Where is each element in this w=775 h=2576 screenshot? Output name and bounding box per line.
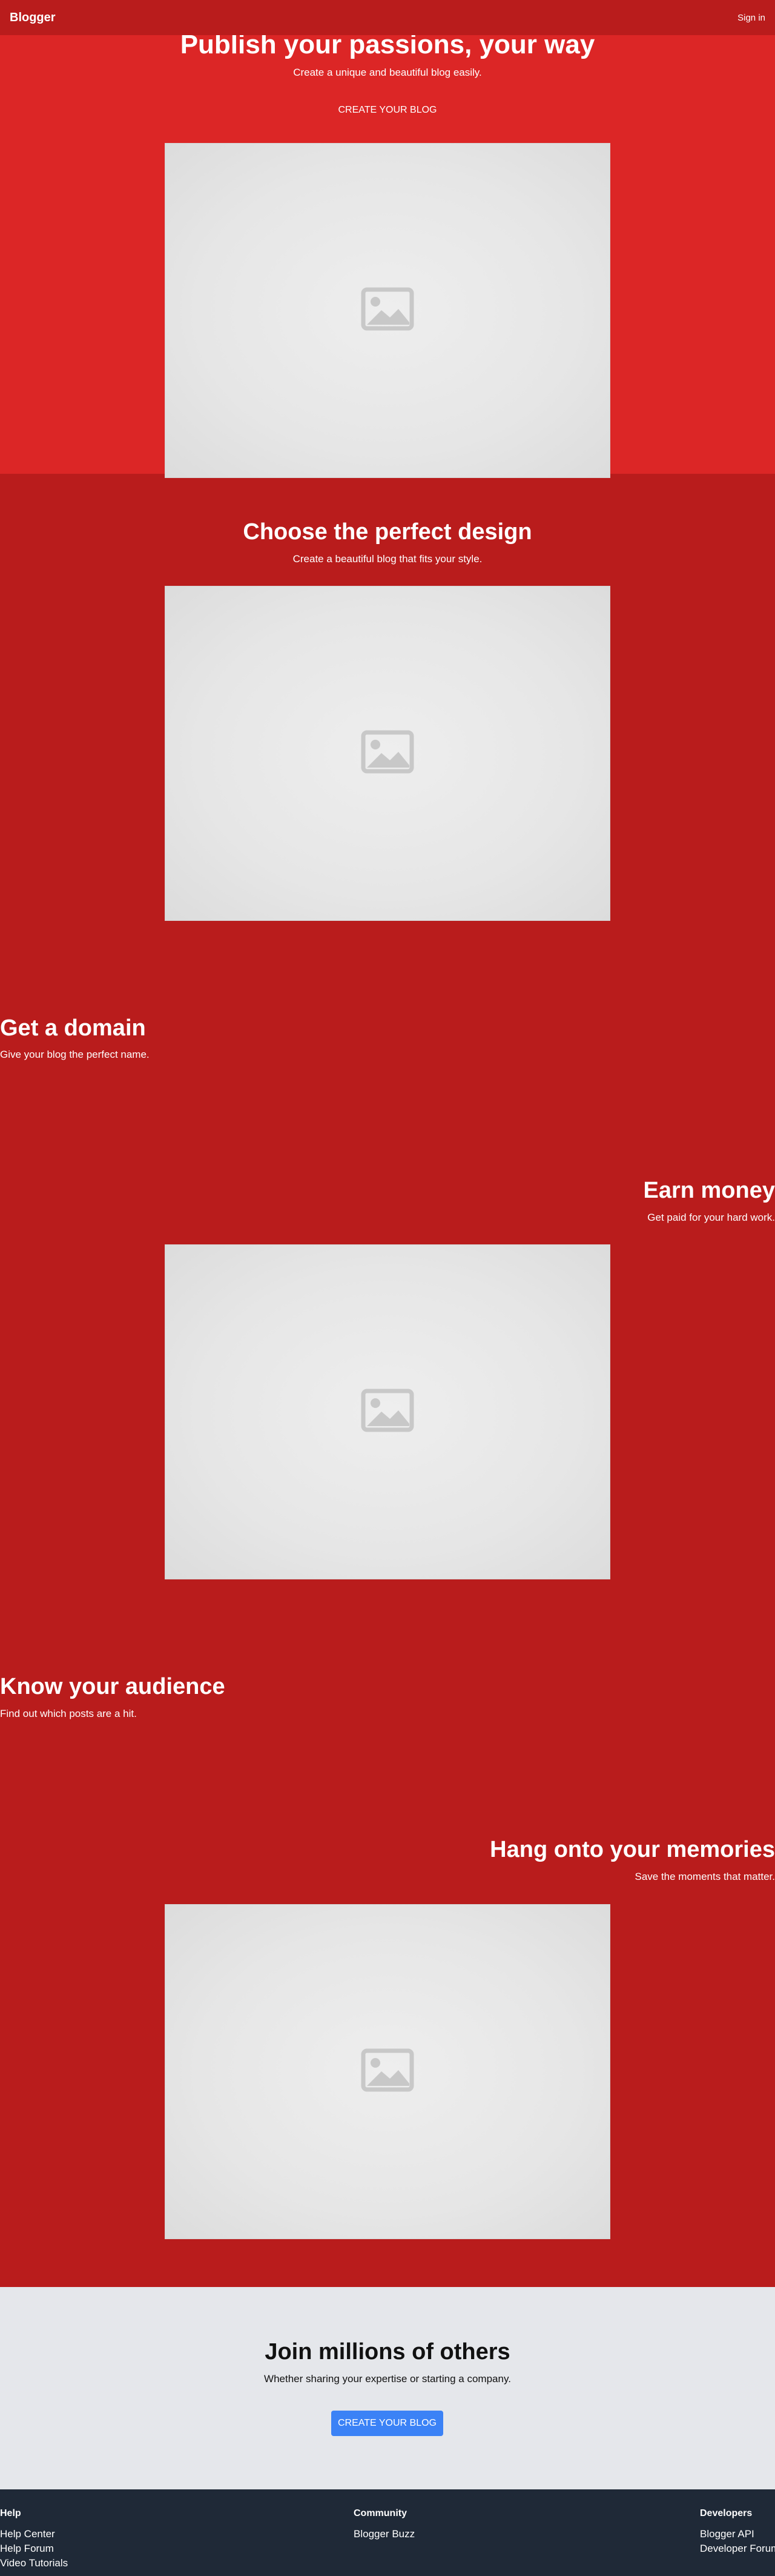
image-placeholder-icon [361, 1389, 414, 1432]
memories-section-title: Hang onto your memories [490, 1837, 775, 1862]
image-placeholder-icon [361, 2048, 414, 2092]
hero-subtitle: Create a unique and beautiful blog easil… [293, 67, 482, 78]
footer-link-help-center[interactable]: Help Center [0, 2527, 68, 2541]
footer-link-developer-forum[interactable]: Developer Forum [700, 2541, 775, 2556]
join-create-blog-button[interactable]: CREATE YOUR BLOG [331, 2411, 443, 2436]
design-section-title: Choose the perfect design [243, 519, 532, 545]
money-section-subtitle: Get paid for your hard work. [647, 1212, 775, 1223]
site-footer: Help Help Center Help Forum Video Tutori… [0, 2489, 775, 2576]
footer-link-blogger-buzz[interactable]: Blogger Buzz [354, 2527, 415, 2541]
blogger-logo-link[interactable]: Blogger [10, 11, 56, 25]
footer-developers-column: Developers Blogger API Developer Forum [700, 2508, 775, 2556]
top-nav-bar: Blogger Sign in [0, 0, 775, 35]
audience-section-title: Know your audience [0, 1674, 225, 1699]
join-section: Join millions of others Whether sharing … [0, 2287, 775, 2489]
image-placeholder-icon [361, 287, 414, 331]
footer-help-heading: Help [0, 2508, 21, 2518]
hero-create-blog-button[interactable]: CREATE YOUR BLOG [327, 99, 448, 121]
footer-developers-heading: Developers [700, 2508, 753, 2518]
memories-image-placeholder [165, 1904, 610, 2239]
join-subtitle: Whether sharing your expertise or starti… [264, 2373, 511, 2385]
footer-link-video-tutorials[interactable]: Video Tutorials [0, 2556, 68, 2571]
design-section-subtitle: Create a beautiful blog that fits your s… [292, 553, 483, 565]
money-section-title: Earn money [643, 1178, 775, 1203]
audience-section-subtitle: Find out which posts are a hit. [0, 1708, 137, 1719]
design-image-placeholder [165, 586, 610, 921]
footer-community-column: Community Blogger Buzz [354, 2508, 415, 2541]
hero-image-placeholder [165, 143, 610, 478]
domain-section-title: Get a domain [0, 1015, 146, 1041]
footer-community-heading: Community [354, 2508, 407, 2518]
footer-link-blogger-api[interactable]: Blogger API [700, 2527, 775, 2541]
money-image-placeholder [165, 1244, 610, 1579]
footer-help-column: Help Help Center Help Forum Video Tutori… [0, 2508, 68, 2571]
footer-link-help-forum[interactable]: Help Forum [0, 2541, 68, 2556]
domain-section-subtitle: Give your blog the perfect name. [0, 1049, 150, 1060]
image-placeholder-icon [361, 730, 414, 774]
sign-in-link[interactable]: Sign in [737, 13, 765, 23]
memories-section-subtitle: Save the moments that matter. [635, 1871, 775, 1882]
join-title: Join millions of others [265, 2339, 510, 2365]
